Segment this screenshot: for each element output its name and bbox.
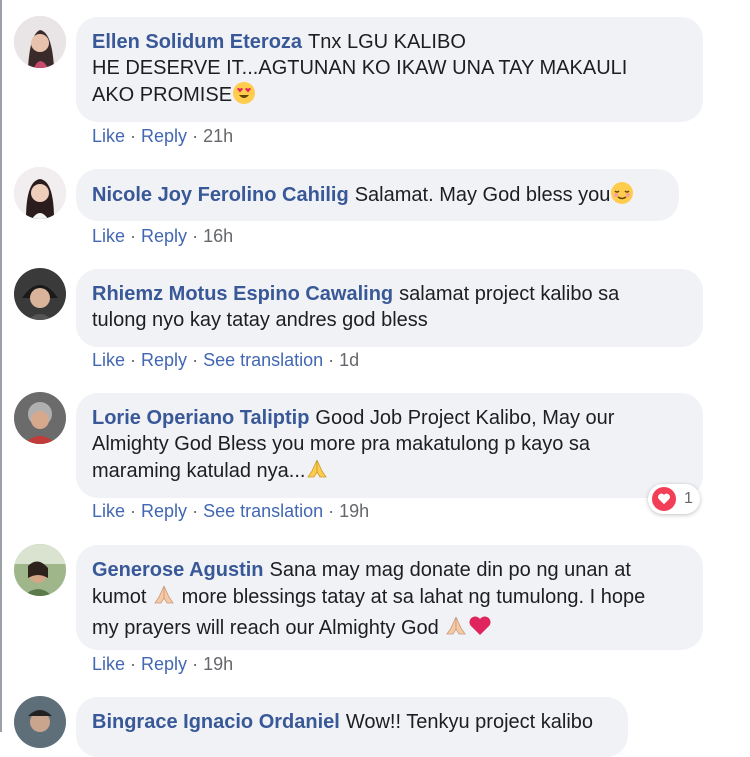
comment-author[interactable]: Rhiemz Motus Espino Cawaling xyxy=(92,283,393,305)
comment-bubble: Nicole Joy Ferolino Cahilig Salamat. May … xyxy=(76,169,679,221)
avatar[interactable] xyxy=(14,392,66,444)
comment-actions: Like · Reply · 21h xyxy=(92,126,234,146)
left-border xyxy=(0,0,2,732)
comment-text: maraming katulad nya... xyxy=(92,460,306,482)
like-link[interactable]: Like xyxy=(92,226,125,246)
comment-text: HE DESERVE IT...AGTUNAN KO IKAW UNA TAY … xyxy=(92,57,628,79)
avatar[interactable] xyxy=(14,268,66,320)
heart-eyes-emoji xyxy=(232,81,256,112)
comment-actions: Like · Reply · See translation · 1d xyxy=(92,350,360,370)
relieved-face-emoji xyxy=(610,181,634,212)
comment-text: salamat project kalibo sa xyxy=(399,283,620,305)
comment-text: AKO PROMISE xyxy=(92,84,233,106)
comment-timestamp[interactable]: 1d xyxy=(339,350,359,370)
comment-text: kumot xyxy=(92,586,147,608)
praying-hands-emoji xyxy=(444,614,468,645)
reply-link[interactable]: Reply xyxy=(141,126,187,146)
reaction-count: 1 xyxy=(684,490,693,507)
comment-text: Wow!! Tenkyu project kalibo xyxy=(345,711,594,733)
comment-text: Almighty God Bless you more pra makatulo… xyxy=(92,433,591,455)
comment-text: tulong nyo kay tatay andres god bless xyxy=(92,309,428,331)
comment-text: more blessings tatay at sa lahat ng tumu… xyxy=(181,586,646,608)
avatar[interactable] xyxy=(14,544,66,596)
reply-link[interactable]: Reply xyxy=(141,226,187,246)
avatar[interactable] xyxy=(14,696,66,748)
comment-actions: Like · Reply · See translation · 19h xyxy=(92,501,370,521)
red-heart-emoji xyxy=(468,614,492,645)
comment-author[interactable]: Bingrace Ignacio Ordaniel xyxy=(92,711,340,733)
praying-hands-emoji xyxy=(152,583,176,614)
comment-bubble: Ellen Solidum Eteroza Tnx LGU KALIBO HE D… xyxy=(76,17,703,122)
comment-bubble: Rhiemz Motus Espino Cawaling salamat proj… xyxy=(76,269,703,347)
comment-author[interactable]: Generose Agustin xyxy=(92,559,264,581)
like-link[interactable]: Like xyxy=(92,501,125,521)
comment-text: Tnx LGU KALIBO xyxy=(308,31,466,53)
comment-actions: Like · Reply · 19h xyxy=(92,654,234,674)
comment-text: Sana may mag donate din po ng unan at xyxy=(269,559,631,581)
avatar[interactable] xyxy=(14,16,66,68)
comment-timestamp[interactable]: 21h xyxy=(203,126,233,146)
comment-author[interactable]: Ellen Solidum Eteroza xyxy=(92,31,302,53)
see-translation-link[interactable]: See translation xyxy=(203,501,323,521)
comment-bubble: Generose Agustin Sana may mag donate din … xyxy=(76,545,703,650)
reply-link[interactable]: Reply xyxy=(141,350,187,370)
comment-timestamp[interactable]: 16h xyxy=(203,226,233,246)
avatar[interactable] xyxy=(14,167,66,219)
comment-text: my prayers will reach our Almighty God xyxy=(92,617,439,639)
comment-author[interactable]: Nicole Joy Ferolino Cahilig xyxy=(92,184,349,206)
like-link[interactable]: Like xyxy=(92,350,125,370)
comment-timestamp[interactable]: 19h xyxy=(203,654,233,674)
reaction-badge[interactable]: 1 xyxy=(648,484,700,514)
comment-text: Good Job Project Kalibo, May our xyxy=(315,407,615,429)
like-link[interactable]: Like xyxy=(92,126,125,146)
comment-bubble: Lorie Operiano Taliptip Good Job Project … xyxy=(76,393,703,498)
comment-text: Salamat. May God bless you xyxy=(354,184,611,206)
comment-bubble: Bingrace Ignacio Ordaniel Wow!! Tenkyu pr… xyxy=(76,697,628,757)
heart-reaction-icon xyxy=(652,487,676,511)
comment-timestamp[interactable]: 19h xyxy=(339,501,369,521)
reply-link[interactable]: Reply xyxy=(141,501,187,521)
like-link[interactable]: Like xyxy=(92,654,125,674)
see-translation-link[interactable]: See translation xyxy=(203,350,323,370)
comment-actions: Like · Reply · 16h xyxy=(92,226,234,246)
praying-hands-emoji xyxy=(305,457,329,488)
comment-author[interactable]: Lorie Operiano Taliptip xyxy=(92,407,309,429)
reply-link[interactable]: Reply xyxy=(141,654,187,674)
